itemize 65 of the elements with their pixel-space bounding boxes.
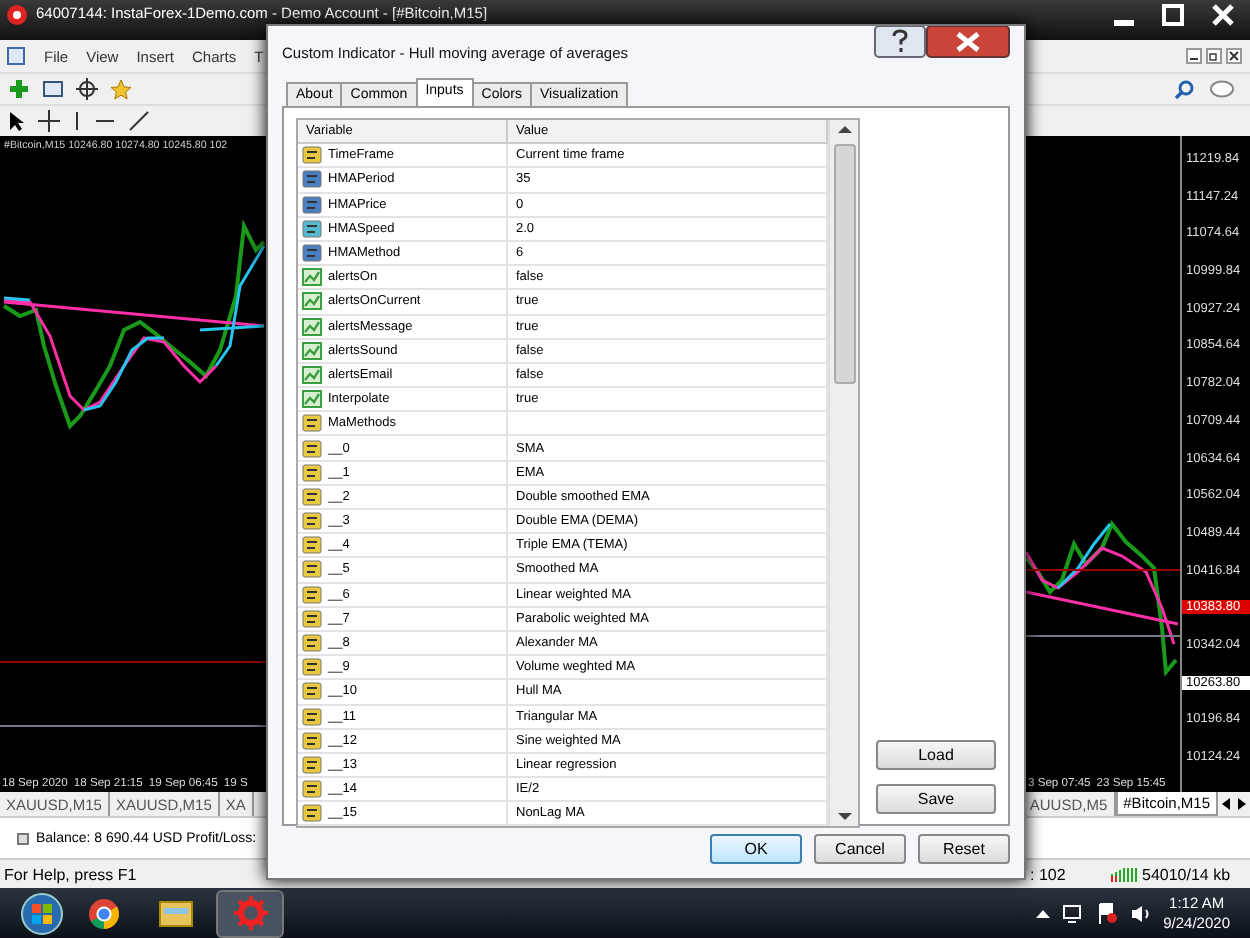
side-button[interactable]: Save [876, 784, 996, 814]
close-icon[interactable] [1226, 48, 1242, 64]
text-type-icon [302, 536, 322, 555]
vertical-line-icon[interactable] [72, 110, 82, 132]
crosshair-icon[interactable] [38, 110, 60, 132]
start-orb-icon[interactable] [20, 891, 64, 935]
number-type-icon [302, 195, 322, 214]
left-arrow-icon[interactable] [1218, 792, 1234, 816]
text-type-icon [302, 487, 322, 506]
dialog-button[interactable]: Cancel [814, 834, 906, 864]
minimize-icon[interactable] [1186, 48, 1202, 64]
number-type-icon [302, 219, 322, 238]
chart-icon [302, 365, 322, 384]
chart-icon [302, 341, 322, 360]
document-icon [6, 46, 26, 66]
browser-icon[interactable] [88, 897, 120, 929]
text-type-icon [302, 780, 322, 799]
text-type-icon [302, 731, 322, 750]
text-type-icon [302, 439, 322, 458]
text-type-icon [302, 755, 322, 774]
chart-icon [302, 390, 322, 409]
number-type-icon [302, 244, 322, 263]
value-cell[interactable] [508, 412, 828, 437]
star-icon[interactable] [110, 78, 132, 100]
text-type-icon [302, 804, 322, 823]
text-type-icon [302, 707, 322, 726]
folder-icon[interactable] [158, 898, 194, 928]
dialog-button[interactable]: Reset [918, 834, 1010, 864]
app-logo-icon [6, 4, 28, 26]
text-type-icon [302, 146, 322, 165]
restore-icon[interactable] [1206, 48, 1222, 64]
number-type-icon [302, 170, 322, 189]
trend-line-icon[interactable] [128, 110, 150, 132]
window-icon[interactable] [42, 78, 64, 100]
chart-icon [302, 317, 322, 336]
side-button[interactable]: Load [876, 740, 996, 770]
text-type-icon [302, 463, 322, 482]
dialog-button[interactable]: OK [710, 834, 802, 864]
plus-icon[interactable] [8, 78, 30, 100]
flag-icon[interactable] [1095, 902, 1118, 924]
search-icon[interactable] [1174, 79, 1194, 99]
up-arrow-icon[interactable] [1035, 907, 1050, 919]
close-icon[interactable] [926, 26, 1010, 58]
crosshair-icon[interactable] [76, 78, 98, 100]
text-type-icon [302, 585, 322, 604]
chart-icon [302, 268, 322, 287]
right-arrow-icon[interactable] [1234, 792, 1250, 816]
text-type-icon [302, 682, 322, 701]
maximize-icon[interactable] [1162, 4, 1184, 28]
text-type-icon [302, 634, 322, 653]
signal-bars-icon [1110, 866, 1138, 882]
cursor-icon[interactable] [8, 110, 26, 132]
traffic-text: 54010/14 kb [1142, 865, 1231, 883]
text-type-icon [302, 414, 322, 433]
text-type-icon [302, 609, 322, 628]
status-text: For Help, press F1 [4, 865, 137, 883]
help-icon[interactable] [874, 26, 926, 58]
text-type-icon [302, 658, 322, 677]
chart-icon [302, 292, 322, 311]
scrollbar-thumb[interactable] [833, 144, 855, 384]
text-type-icon [302, 512, 322, 531]
text-type-icon [302, 560, 322, 579]
scrollbar[interactable] [828, 120, 858, 827]
bar-count: : 102 [1030, 865, 1068, 883]
speaker-icon[interactable] [1129, 903, 1152, 923]
